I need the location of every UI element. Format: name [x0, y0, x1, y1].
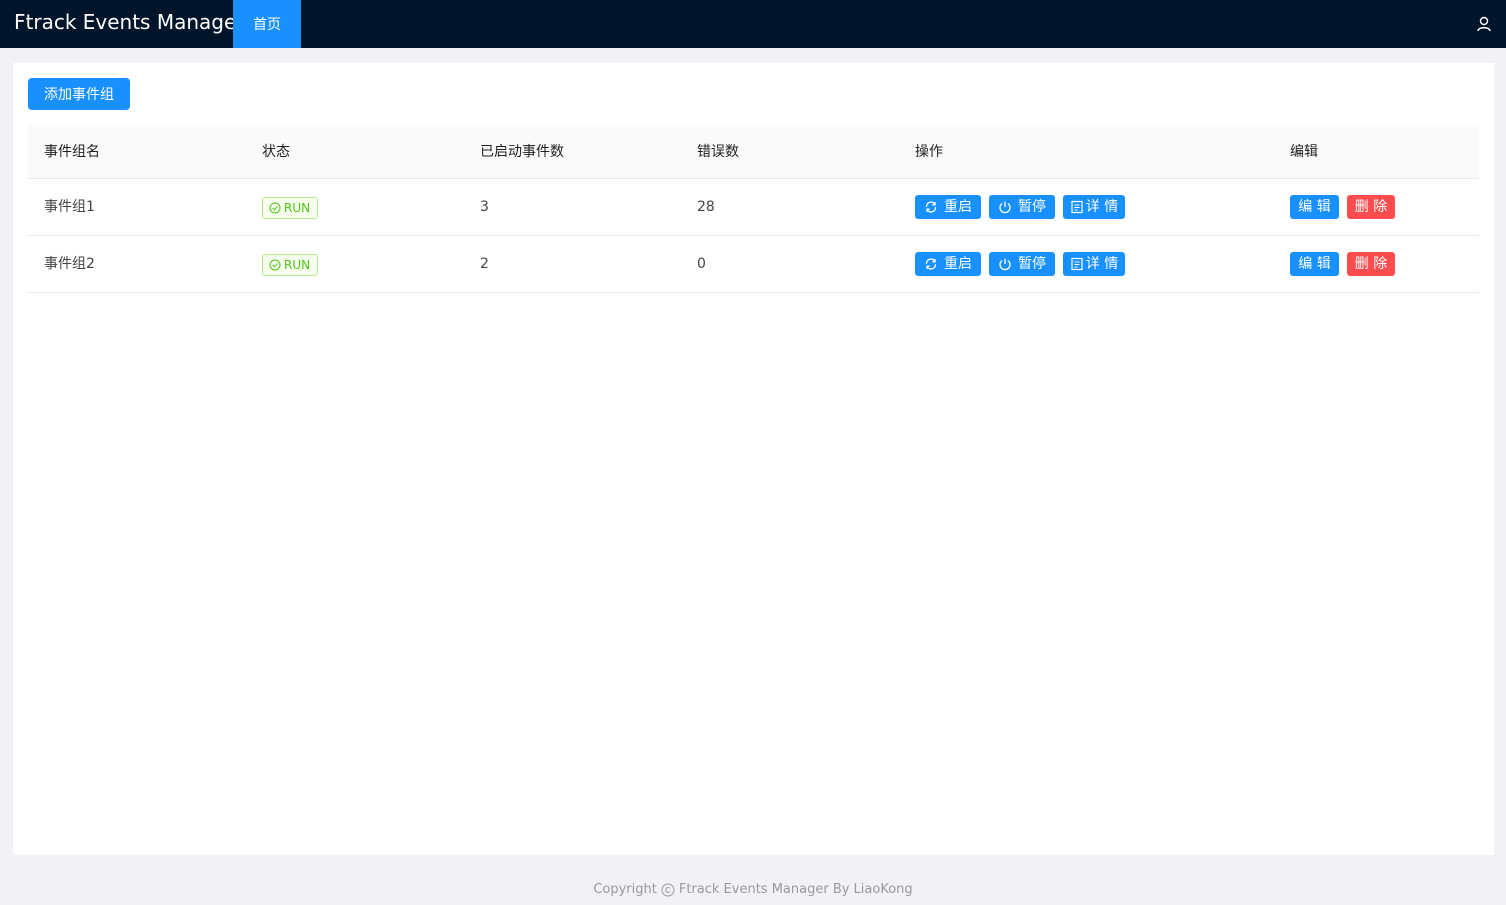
table-header: 事件组名 状态 已启动事件数 错误数 操作 编辑	[28, 125, 1479, 179]
status-badge: RUN	[262, 197, 319, 219]
edit-button[interactable]: 编 辑	[1290, 252, 1339, 276]
restart-label: 重启	[944, 256, 972, 272]
copyright-text: Ftrack Events Manager By LiaoKong	[678, 882, 913, 897]
footer: Copyright Ftrack Events Manager By LiaoK…	[0, 878, 1506, 902]
pause-label: 暂停	[1018, 256, 1046, 272]
sync-icon	[925, 258, 937, 270]
edit-button[interactable]: 编 辑	[1290, 195, 1339, 219]
pause-label: 暂停	[1018, 199, 1046, 215]
pause-button[interactable]: 暂停	[989, 252, 1055, 276]
started-count: 2	[480, 256, 489, 272]
restart-label: 重启	[944, 199, 972, 215]
add-event-group-button[interactable]: 添加事件组	[28, 78, 130, 110]
profile-icon	[1071, 200, 1083, 214]
group-name: 事件组2	[44, 256, 95, 272]
check-circle-icon	[269, 259, 281, 271]
column-header-errors: 错误数	[697, 144, 739, 160]
error-count: 28	[697, 199, 715, 215]
nav-home-tab[interactable]: 首页	[233, 0, 301, 48]
copyright-prefix: Copyright	[593, 882, 657, 897]
user-icon[interactable]	[1476, 16, 1492, 32]
top-navbar: Ftrack Events Manager 首页	[0, 0, 1506, 48]
details-label: 详 情	[1085, 256, 1119, 272]
table-row: 事件组1 RUN 3 28 重启 暂停 详 情 编 辑 删 除	[28, 179, 1479, 236]
restart-button[interactable]: 重启	[915, 195, 981, 219]
details-button[interactable]: 详 情	[1063, 252, 1125, 276]
main-content: 添加事件组 事件组名 状态 已启动事件数 错误数 操作 编辑 事件组1 RUN …	[13, 63, 1494, 855]
delete-button[interactable]: 删 除	[1347, 195, 1395, 219]
sync-icon	[925, 201, 937, 213]
power-icon	[999, 258, 1011, 271]
restart-button[interactable]: 重启	[915, 252, 981, 276]
column-header-actions: 操作	[915, 144, 943, 160]
column-header-started: 已启动事件数	[480, 144, 564, 160]
column-header-name: 事件组名	[44, 144, 100, 160]
delete-button[interactable]: 删 除	[1347, 252, 1395, 276]
details-label: 详 情	[1085, 199, 1119, 215]
status-badge: RUN	[262, 254, 319, 276]
column-header-edit: 编辑	[1290, 144, 1318, 160]
power-icon	[999, 201, 1011, 214]
error-count: 0	[697, 256, 706, 272]
details-button[interactable]: 详 情	[1063, 195, 1125, 219]
app-title: Ftrack Events Manager	[14, 10, 245, 34]
status-text: RUN	[284, 258, 311, 272]
status-text: RUN	[284, 201, 311, 215]
copyright-icon	[661, 883, 675, 897]
table-row: 事件组2 RUN 2 0 重启 暂停 详 情 编 辑 删 除	[28, 236, 1479, 293]
event-groups-table: 事件组名 状态 已启动事件数 错误数 操作 编辑 事件组1 RUN 3 28 重…	[28, 125, 1479, 293]
profile-icon	[1071, 257, 1083, 271]
group-name: 事件组1	[44, 199, 95, 215]
check-circle-icon	[269, 202, 281, 214]
pause-button[interactable]: 暂停	[989, 195, 1055, 219]
column-header-status: 状态	[262, 144, 290, 160]
started-count: 3	[480, 199, 489, 215]
